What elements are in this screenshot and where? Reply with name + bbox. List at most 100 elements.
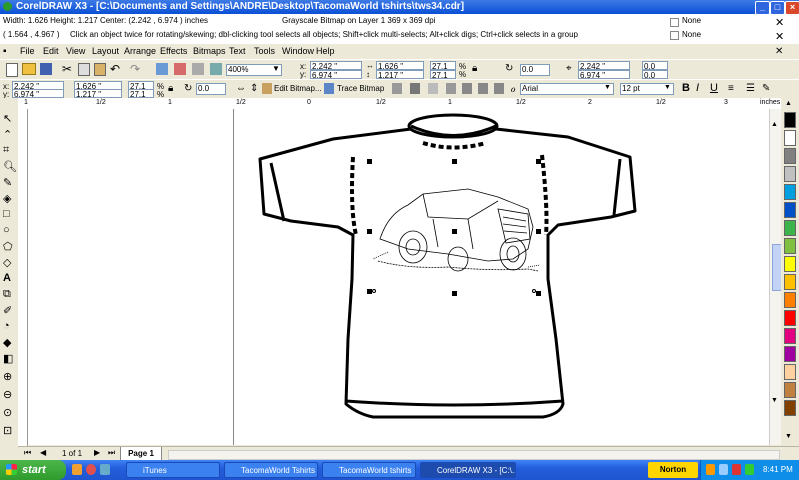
palette-scroll-down-icon[interactable]: ▼: [785, 433, 792, 440]
to-back-icon[interactable]: [478, 83, 488, 94]
edit-text-icon[interactable]: ✎: [762, 83, 776, 97]
palette-swatch[interactable]: [784, 220, 796, 236]
mirror-horizontal-icon[interactable]: ⇔: [236, 83, 250, 97]
height-field[interactable]: 1.217 ": [376, 70, 424, 80]
trace-bitmap-icon[interactable]: [324, 83, 334, 94]
show-desktop-icon[interactable]: [100, 464, 110, 475]
copy-icon[interactable]: [78, 63, 90, 76]
bold-icon[interactable]: B: [682, 82, 696, 96]
palette-swatch[interactable]: [784, 274, 796, 290]
lock-ratio-icon[interactable]: 🔒︎: [472, 63, 486, 77]
tray-icon[interactable]: [745, 464, 754, 475]
menu-help[interactable]: Help: [316, 44, 335, 59]
wrap-text-icon[interactable]: [446, 83, 456, 94]
menu-view[interactable]: View: [66, 44, 85, 59]
shape-tool-icon[interactable]: ⌃: [3, 128, 12, 141]
doc-menu-icon[interactable]: ▪: [3, 44, 7, 59]
crop-bitmap-icon[interactable]: [392, 83, 402, 94]
underline-icon[interactable]: U: [710, 82, 724, 96]
menu-file[interactable]: File: [20, 44, 35, 59]
menu-edit[interactable]: Edit: [43, 44, 59, 59]
save-icon[interactable]: [40, 63, 52, 75]
text-tool-icon[interactable]: A: [3, 272, 11, 284]
freehand-tool-icon[interactable]: ✎: [3, 176, 12, 189]
bullets-icon[interactable]: ☰: [746, 83, 760, 97]
tray-icon[interactable]: [706, 464, 715, 475]
task-coreldraw[interactable]: CorelDRAW X3 - [C:\...: [420, 462, 516, 478]
tray-icon[interactable]: [719, 464, 728, 475]
maximize-button[interactable]: □: [770, 1, 785, 15]
zoom-page-icon[interactable]: ⊡: [3, 424, 12, 437]
to-front-icon[interactable]: [462, 83, 472, 94]
prop-scale-y-field[interactable]: 27.1: [128, 89, 154, 99]
menu-tools[interactable]: Tools: [254, 44, 275, 59]
zoom-in-icon[interactable]: ⊕: [3, 370, 12, 383]
convert-to-curves-icon[interactable]: [494, 83, 504, 94]
open-icon[interactable]: [22, 63, 36, 75]
fill-tool-icon[interactable]: ◆: [3, 336, 11, 349]
offset-x-field[interactable]: 0.0: [642, 61, 668, 71]
palette-swatch[interactable]: [784, 238, 796, 254]
prop-height-field[interactable]: 1.217 ": [74, 89, 122, 99]
pos-y-field[interactable]: 6.974 ": [578, 70, 630, 80]
zoom-tool-icon[interactable]: 🔍︎: [3, 160, 17, 173]
scroll-up-icon[interactable]: ▲: [771, 121, 778, 128]
prop-lock-ratio-icon[interactable]: 🔒︎: [168, 83, 182, 97]
zoom-selected-icon[interactable]: ⊙: [3, 406, 12, 419]
pos-x-field[interactable]: 2.242 ": [578, 61, 630, 71]
menu-text[interactable]: Text: [229, 44, 246, 59]
scroll-down-icon[interactable]: ▼: [771, 397, 778, 404]
scale-y-field[interactable]: 27.1: [430, 70, 456, 80]
undo-icon[interactable]: ↶: [110, 62, 124, 76]
horizontal-scrollbar[interactable]: [168, 450, 780, 460]
quicklaunch-icon[interactable]: [72, 464, 82, 475]
palette-swatch[interactable]: [784, 400, 796, 416]
palette-swatch[interactable]: [784, 148, 796, 164]
palette-swatch[interactable]: [784, 346, 796, 362]
width-field[interactable]: 1.626 ": [376, 61, 424, 71]
start-button[interactable]: start: [0, 460, 66, 480]
export-icon[interactable]: [174, 63, 186, 75]
menu-close-icon[interactable]: ✕: [775, 44, 783, 59]
menu-window[interactable]: Window: [282, 44, 314, 59]
menu-layout[interactable]: Layout: [92, 44, 119, 59]
cut-icon[interactable]: ✂: [62, 62, 76, 76]
palette-swatch[interactable]: [784, 364, 796, 380]
font-select[interactable]: Arial: [520, 83, 614, 95]
paste-icon[interactable]: [94, 63, 106, 76]
prev-page-icon[interactable]: ◀: [40, 448, 46, 457]
application-launcher-icon[interactable]: [192, 63, 204, 75]
scale-x-field[interactable]: 27.1: [430, 61, 456, 71]
menu-bitmaps[interactable]: Bitmaps: [193, 44, 226, 59]
restore-doc-icon[interactable]: ✕: [775, 30, 784, 43]
palette-swatch[interactable]: [784, 328, 796, 344]
offset-y-field[interactable]: 0.0: [642, 70, 668, 80]
prop-rotation-field[interactable]: 0.0: [196, 83, 226, 95]
close-button[interactable]: ×: [785, 1, 799, 15]
palette-swatch[interactable]: [784, 130, 796, 146]
eyedropper-tool-icon[interactable]: ✐: [3, 304, 12, 317]
new-icon[interactable]: [6, 63, 18, 77]
welcome-screen-icon[interactable]: [210, 63, 222, 75]
trace-bitmap-button[interactable]: Trace Bitmap: [337, 82, 384, 96]
palette-scroll-up-icon[interactable]: ▲: [785, 100, 792, 107]
palette-swatch[interactable]: [784, 202, 796, 218]
prop-y-field[interactable]: 6.974 ": [12, 89, 64, 99]
zoom-out-icon[interactable]: ⊖: [3, 388, 12, 401]
task-tacomaworld-tshirts-2[interactable]: TacomaWorld tshirts: [322, 462, 416, 478]
font-chevron-down-icon[interactable]: ▼: [604, 84, 618, 98]
tray-icon[interactable]: [732, 464, 741, 475]
outline-tool-icon[interactable]: ◔: [3, 320, 10, 332]
next-page-icon[interactable]: ▶: [94, 448, 100, 457]
pick-tool-icon[interactable]: ↖: [3, 112, 12, 125]
drawing-canvas[interactable]: [28, 109, 769, 445]
x-position-field[interactable]: 2.242 ": [310, 61, 362, 71]
font-size-chevron-down-icon[interactable]: ▼: [664, 84, 678, 98]
rectangle-tool-icon[interactable]: □: [3, 208, 10, 220]
crop-tool-icon[interactable]: ⌗: [3, 144, 9, 157]
task-itunes[interactable]: iTunes: [126, 462, 220, 478]
redo-icon[interactable]: ↷: [130, 62, 144, 76]
minimize-button[interactable]: _: [755, 1, 770, 15]
interactive-blend-tool-icon[interactable]: ⧉: [3, 288, 11, 301]
page-tab[interactable]: Page 1: [120, 447, 162, 461]
